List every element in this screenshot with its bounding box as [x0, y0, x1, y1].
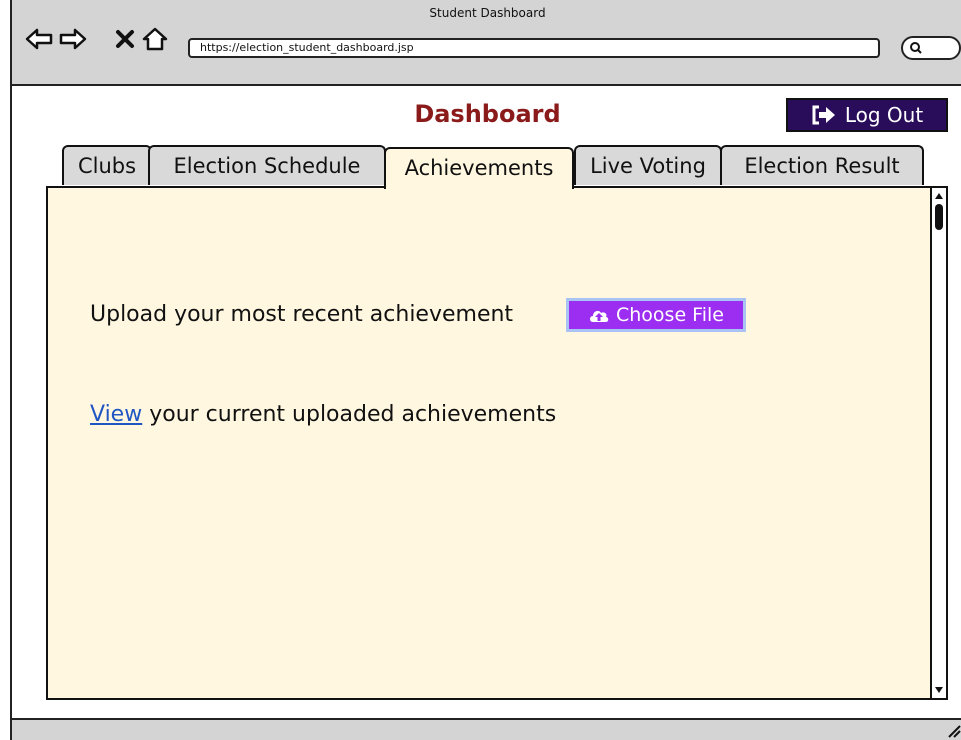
home-icon — [142, 27, 168, 51]
logout-button[interactable]: Log Out — [786, 98, 948, 132]
achievements-panel: Upload your most recent achievement Choo… — [46, 186, 948, 700]
browser-window: Student Dashboard https://election_stude… — [10, 0, 961, 740]
tab-achievements[interactable]: Achievements — [384, 147, 574, 189]
address-bar[interactable]: https://election_student_dashboard.jsp — [188, 38, 880, 58]
view-link[interactable]: View — [90, 402, 142, 427]
cloud-upload-icon — [590, 310, 609, 322]
status-bar — [12, 718, 961, 740]
browser-toolbar: Student Dashboard https://election_stude… — [12, 0, 961, 86]
stop-button[interactable] — [110, 24, 140, 54]
scroll-thumb[interactable] — [935, 204, 943, 230]
scroll-up-icon — [935, 193, 943, 199]
forward-arrow-icon — [59, 28, 87, 50]
choose-file-label: Choose File — [616, 304, 724, 326]
forward-button[interactable] — [58, 24, 88, 54]
scroll-down-arrow[interactable] — [932, 684, 946, 696]
browser-search[interactable] — [901, 36, 961, 60]
view-text: your current uploaded achievements — [149, 402, 557, 427]
tab-clubs[interactable]: Clubs — [62, 145, 152, 185]
home-button[interactable] — [140, 24, 170, 54]
window-title: Student Dashboard — [429, 6, 546, 20]
vertical-scrollbar[interactable] — [930, 188, 946, 698]
choose-file-button[interactable]: Choose File — [566, 298, 746, 332]
scroll-down-icon — [935, 687, 943, 693]
resize-grip-icon[interactable] — [947, 724, 961, 738]
view-achievements-line: View your current uploaded achievements — [90, 402, 556, 427]
tab-live-voting[interactable]: Live Voting — [574, 145, 722, 185]
tab-election-schedule[interactable]: Election Schedule — [148, 145, 386, 185]
close-icon — [116, 30, 134, 48]
tab-election-result[interactable]: Election Result — [720, 145, 924, 185]
upload-label: Upload your most recent achievement — [90, 302, 514, 327]
back-button[interactable] — [24, 24, 54, 54]
logout-label: Log Out — [844, 103, 924, 127]
back-arrow-icon — [25, 28, 53, 50]
search-icon — [910, 42, 922, 54]
logout-icon — [812, 105, 835, 125]
scroll-up-arrow[interactable] — [932, 190, 946, 202]
